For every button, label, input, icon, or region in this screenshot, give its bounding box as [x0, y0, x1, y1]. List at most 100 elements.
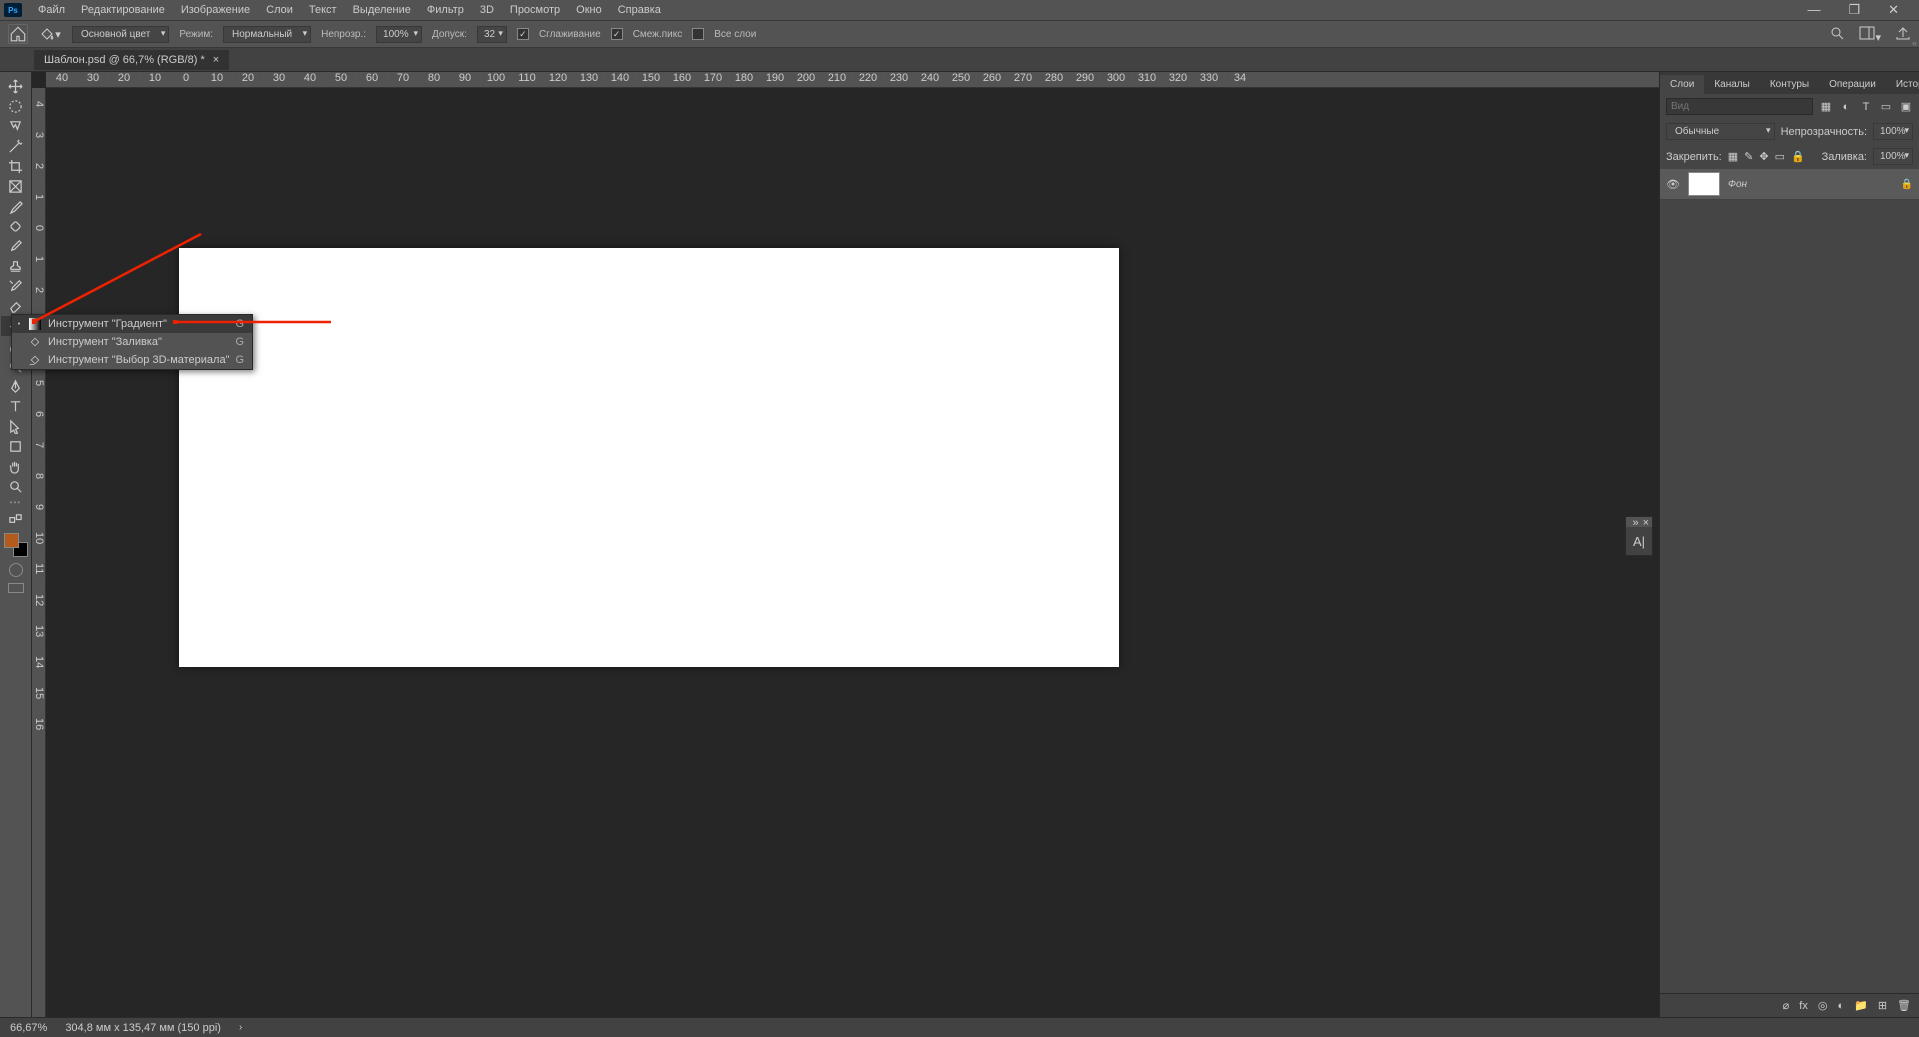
visibility-icon[interactable]: 👁: [1666, 178, 1680, 191]
tab-history[interactable]: История: [1886, 75, 1919, 94]
alllayers-checkbox[interactable]: [692, 28, 704, 40]
lock-artboard-icon[interactable]: ▭: [1775, 150, 1785, 163]
panel-close-icon[interactable]: ×: [1643, 517, 1649, 527]
quickmask-icon[interactable]: [9, 563, 23, 577]
screenmode-icon[interactable]: [8, 583, 24, 593]
tab-channels[interactable]: Каналы: [1704, 75, 1760, 94]
menu-layers[interactable]: Слои: [258, 4, 301, 16]
marquee-tool[interactable]: [1, 96, 31, 116]
filter-pixel-icon[interactable]: ▦: [1819, 100, 1833, 114]
hand-tool[interactable]: [1, 456, 31, 476]
layer-search-input[interactable]: [1666, 98, 1813, 115]
menu-view[interactable]: Просмотр: [502, 4, 568, 16]
doc-dimensions[interactable]: 304,8 мм x 135,47 мм (150 ppi): [65, 1022, 221, 1034]
filter-shape-icon[interactable]: ▭: [1879, 100, 1893, 114]
maximize-icon[interactable]: ❐: [1840, 2, 1868, 18]
flyout-gradient[interactable]: • Инструмент "Градиент" G: [12, 315, 252, 333]
menu-3d[interactable]: 3D: [472, 4, 502, 16]
filter-type-icon[interactable]: T: [1859, 100, 1873, 114]
menu-edit[interactable]: Редактирование: [73, 4, 173, 16]
healing-tool[interactable]: [1, 216, 31, 236]
lock-pixels-icon[interactable]: ▦: [1728, 150, 1738, 163]
link-layers-icon[interactable]: ⌀: [1783, 999, 1790, 1012]
minimize-icon[interactable]: —: [1799, 2, 1828, 18]
tool-overflow[interactable]: •••: [10, 498, 21, 507]
tab-paths[interactable]: Контуры: [1760, 75, 1819, 94]
move-tool[interactable]: [1, 76, 31, 96]
antialias-checkbox[interactable]: [517, 28, 529, 40]
new-layer-icon[interactable]: ⊞: [1878, 999, 1887, 1012]
trash-icon[interactable]: 🗑: [1897, 999, 1911, 1012]
antialias-label: Сглаживание: [539, 29, 601, 40]
path-select-tool[interactable]: [1, 416, 31, 436]
blend-mode-dropdown[interactable]: Обычные: [1666, 123, 1775, 140]
adjustment-icon[interactable]: ◐: [1837, 1000, 1844, 1012]
color-swatch[interactable]: [4, 533, 28, 557]
wand-tool[interactable]: [1, 136, 31, 156]
status-menu-icon[interactable]: ›: [239, 1022, 242, 1033]
tab-layers[interactable]: Слои: [1660, 75, 1704, 94]
glyphs-panel-collapsed[interactable]: »× A|: [1625, 516, 1653, 556]
search-icon[interactable]: [1829, 25, 1845, 44]
close-icon[interactable]: ✕: [1880, 2, 1907, 18]
edit-toolbar[interactable]: [1, 509, 31, 529]
menu-window[interactable]: Окно: [568, 4, 610, 16]
fill-source-dropdown[interactable]: Основной цвет: [72, 26, 169, 43]
pen-tool[interactable]: [1, 376, 31, 396]
panel-collapse-icon[interactable]: »: [1632, 517, 1638, 527]
menu-text[interactable]: Текст: [301, 4, 345, 16]
menu-file[interactable]: Файл: [30, 4, 73, 16]
type-tool[interactable]: [1, 396, 31, 416]
lock-position-icon[interactable]: ✥: [1759, 150, 1768, 163]
frame-tool[interactable]: [1, 176, 31, 196]
document-tab-label: Шаблон.psd @ 66,7% (RGB/8) *: [44, 54, 205, 66]
home-icon[interactable]: [8, 24, 28, 44]
opacity-input[interactable]: 100%: [376, 26, 422, 43]
menu-help[interactable]: Справка: [610, 4, 669, 16]
menu-filter[interactable]: Фильтр: [419, 4, 472, 16]
bucket-icon[interactable]: ▾: [38, 22, 62, 46]
contiguous-checkbox[interactable]: [611, 28, 623, 40]
filter-smart-icon[interactable]: ▣: [1899, 100, 1913, 114]
layer-opacity-input[interactable]: 100%: [1873, 123, 1913, 140]
ruler-tick: 12: [32, 584, 45, 615]
zoom-level[interactable]: 66,67%: [10, 1022, 47, 1034]
close-tab-icon[interactable]: ×: [213, 54, 219, 66]
flyout-3dmaterial[interactable]: Инструмент "Выбор 3D-материала" G: [12, 351, 252, 369]
eyedropper-tool[interactable]: [1, 196, 31, 216]
mask-icon[interactable]: ◎: [1818, 999, 1828, 1012]
lasso-tool[interactable]: [1, 116, 31, 136]
layer-name[interactable]: Фон: [1728, 179, 1747, 190]
mode-dropdown[interactable]: Нормальный: [223, 26, 311, 43]
canvas[interactable]: [179, 248, 1119, 667]
document-tab[interactable]: Шаблон.psd @ 66,7% (RGB/8) * ×: [34, 50, 229, 70]
workspace-icon[interactable]: ▾: [1859, 25, 1881, 44]
fx-icon[interactable]: fx: [1799, 1000, 1808, 1012]
zoom-tool[interactable]: [1, 476, 31, 496]
filter-adjust-icon[interactable]: ◐: [1839, 100, 1853, 114]
stamp-tool[interactable]: [1, 256, 31, 276]
lock-paint-icon[interactable]: ✎: [1744, 150, 1753, 163]
document-tab-bar: Шаблон.psd @ 66,7% (RGB/8) * ×: [0, 48, 1919, 72]
share-icon[interactable]: [1895, 25, 1911, 44]
panel-collapse-icon[interactable]: «: [1912, 38, 1917, 48]
shape-tool[interactable]: [1, 436, 31, 456]
menu-image[interactable]: Изображение: [173, 4, 258, 16]
history-brush-tool[interactable]: [1, 276, 31, 296]
lock-all-icon[interactable]: 🔒: [1791, 150, 1805, 163]
tab-actions[interactable]: Операции: [1819, 75, 1886, 94]
canvas-background[interactable]: [46, 88, 1659, 1017]
layer-row[interactable]: 👁 Фон 🔒: [1660, 169, 1919, 200]
eraser-tool[interactable]: [1, 296, 31, 316]
lock-icon[interactable]: 🔒: [1901, 179, 1913, 190]
layer-fill-input[interactable]: 100%: [1873, 148, 1913, 165]
crop-tool[interactable]: [1, 156, 31, 176]
layer-thumbnail[interactable]: [1688, 172, 1720, 196]
brush-tool[interactable]: [1, 236, 31, 256]
ruler-tick: 120: [542, 72, 573, 87]
ruler-tick: 290: [1069, 72, 1100, 87]
flyout-bucket[interactable]: Инструмент "Заливка" G: [12, 333, 252, 351]
group-icon[interactable]: 📁: [1854, 999, 1868, 1012]
tolerance-input[interactable]: 32: [477, 26, 507, 43]
menu-select[interactable]: Выделение: [345, 4, 419, 16]
